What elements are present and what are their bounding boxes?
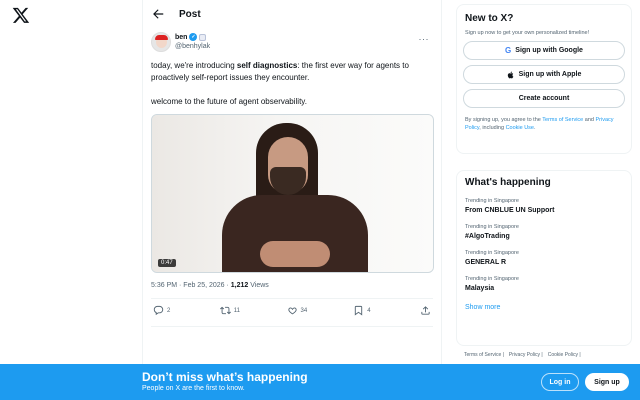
repost-count: 11 [233,307,240,314]
heart-icon [287,307,297,315]
google-icon: G [505,46,512,55]
reply-button[interactable]: 2 [153,305,193,316]
create-account-label: Create account [518,95,570,102]
divider [151,298,433,299]
trend-item[interactable]: Trending in Singapore From CNBLUE UN Sup… [465,198,623,214]
trend-item[interactable]: Trending in Singapore GENERAL R [465,250,623,266]
author-name-row[interactable]: ben ✓ [175,33,207,41]
like-count: 34 [300,307,308,314]
post-timestamp[interactable]: 5:36 PM · Feb 25, 2026 · [151,282,231,289]
trend-item[interactable]: Trending in Singapore Malaysia [465,276,623,292]
video-duration: 0:47 [158,259,176,267]
x-logo-icon[interactable] [12,6,30,24]
post-column: Post ben ✓ @benhylak ··· today, we're in… [142,0,442,364]
tweet-text: today, we're introducing self diagnostic… [151,60,441,120]
trend-meta: Trending in Singapore [465,250,519,256]
bookmark-count: 4 [367,307,371,314]
signup-card-subtitle: Sign up now to get your own personalized… [465,30,590,36]
apple-signup-button[interactable]: Sign up with Apple [463,65,625,84]
terms-link[interactable]: Terms of Service [542,117,583,123]
bookmark-icon [355,305,363,316]
video-player[interactable]: 0:47 [151,114,434,273]
footer-link-privacy[interactable]: Privacy Policy | [509,352,543,358]
banner-title: Don’t miss what’s happening [142,370,308,384]
footer-link-terms[interactable]: Terms of Service | [464,352,504,358]
apple-icon [507,71,513,78]
repost-button[interactable]: 11 [219,305,260,316]
trend-meta: Trending in Singapore [465,224,519,230]
whats-happening-title: What's happening [465,177,551,188]
reply-icon [153,305,164,316]
verified-badge-icon: ✓ [189,33,198,41]
trend-name: #AlgoTrading [465,233,510,240]
tweet-paragraph-1: today, we're introducing self diagnostic… [151,61,409,82]
show-more-link[interactable]: Show more [465,304,623,311]
more-options-icon[interactable]: ··· [419,34,430,44]
reply-count: 2 [167,307,171,314]
author-handle[interactable]: @benhylak [175,43,210,50]
trend-name: GENERAL R [465,259,507,266]
cookie-link[interactable]: Cookie Use [506,125,534,131]
post-header: Post [143,0,441,28]
repost-icon [219,306,231,315]
google-signup-button[interactable]: G Sign up with Google [463,41,625,60]
bookmark-button[interactable]: 4 [353,305,393,316]
trend-name: From CNBLUE UN Support [465,207,555,214]
whats-happening-card: What's happening Trending in Singapore F… [456,170,632,346]
views-count: 1,212 [230,282,249,289]
footer-link-cookie[interactable]: Cookie Policy | [548,352,581,358]
tweet-paragraph-2: welcome to the future of agent observabi… [151,97,307,106]
page-title: Post [179,8,201,20]
trend-meta: Trending in Singapore [465,276,519,282]
author-row: ben ✓ @benhylak ··· [151,32,433,56]
footer-links: Terms of Service | Privacy Policy | Cook… [464,352,581,358]
signup-card: New to X? Sign up now to get your own pe… [456,4,632,154]
views-label: Views [248,282,269,289]
left-rail [0,0,142,400]
like-button[interactable]: 34 [287,305,327,316]
trend-meta: Trending in Singapore [465,198,519,204]
share-button[interactable] [420,305,431,316]
login-button[interactable]: Log in [541,373,579,391]
signup-card-title: New to X? [465,13,514,24]
signup-button[interactable]: Sign up [585,373,629,391]
google-signup-label: Sign up with Google [515,47,583,54]
banner-subtitle: People on X are the first to know. [142,385,245,392]
signup-legal-text: By signing up, you agree to the Terms of… [465,117,614,131]
affiliate-badge-icon [199,33,207,41]
divider [151,326,433,327]
trend-item[interactable]: Trending in Singapore #AlgoTrading [465,224,623,240]
action-bar: 2 11 34 4 [153,305,431,316]
author-name[interactable]: ben [175,34,187,41]
share-icon [421,306,430,315]
post-meta: 5:36 PM · Feb 25, 2026 · 1,212 Views [151,282,269,289]
signup-banner: Don’t miss what’s happening People on X … [0,364,640,400]
trend-name: Malaysia [465,285,495,292]
apple-signup-label: Sign up with Apple [518,71,582,78]
back-arrow-icon[interactable] [151,7,165,21]
avatar[interactable] [151,32,171,52]
create-account-button[interactable]: Create account [463,89,625,108]
